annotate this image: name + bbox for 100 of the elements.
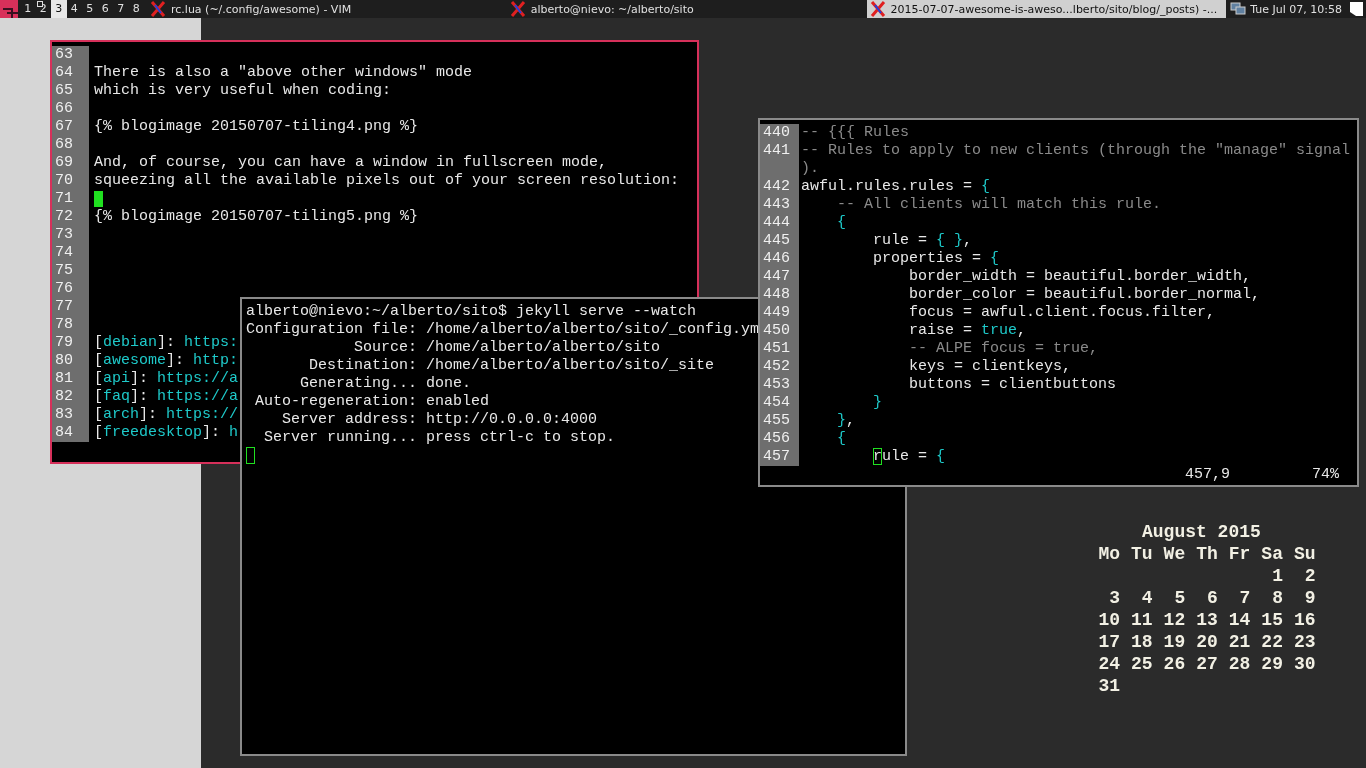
line-number: 81 — [52, 370, 89, 388]
code-line: rule = { — [872, 448, 946, 466]
line-number: 445 — [760, 232, 799, 250]
calendar-day: 28 — [1228, 653, 1251, 675]
calendar-day: 8 — [1260, 587, 1283, 609]
calendar-day: 14 — [1228, 609, 1251, 631]
line-number: 451 — [760, 340, 799, 358]
code-line: properties = { — [872, 250, 1000, 268]
code-line: [arch]: https:// — [93, 406, 239, 424]
weekday-label: We — [1163, 543, 1186, 565]
line-number: 455 — [760, 412, 799, 430]
code-line: [freedesktop]: h — [93, 424, 239, 442]
calendar-day: 16 — [1293, 609, 1316, 631]
launcher-icon[interactable] — [0, 0, 18, 18]
workspace-tag[interactable]: 7 — [113, 0, 129, 18]
line-number: 83 — [52, 406, 89, 424]
calendar-day: 3 — [1098, 587, 1120, 609]
terminal-line: Generating... done. — [299, 375, 472, 393]
terminal-line: Auto-regeneration: enabled — [254, 393, 490, 411]
taskbar-item[interactable]: rc.lua (~/.config/awesome) - VIM — [147, 0, 507, 18]
weekday-label: Tu — [1130, 543, 1153, 565]
calendar-day: 20 — [1195, 631, 1218, 653]
line-number: 78 — [52, 316, 89, 334]
line-number: 440 — [760, 124, 799, 142]
line-number: 456 — [760, 430, 799, 448]
workspace-tag[interactable]: 6 — [97, 0, 113, 18]
code-line: -- ALPE focus = true, — [908, 340, 1099, 358]
layout-icon[interactable] — [1348, 1, 1364, 17]
line-number: 447 — [760, 268, 799, 286]
code-line: awful.rules.rules = { — [800, 178, 991, 196]
weekday-label: Mo — [1098, 543, 1120, 565]
line-number: 448 — [760, 286, 799, 304]
code-line: } — [872, 394, 882, 412]
code-line: focus = awful.client.focus.filter, — [908, 304, 1216, 322]
line-number: 70 — [52, 172, 89, 190]
terminal-line: Destination: /home/alberto/alberto/sito/_site — [308, 357, 715, 375]
line-number: 453 — [760, 376, 799, 394]
calendar-day: 6 — [1195, 587, 1218, 609]
line-number: 74 — [52, 244, 89, 262]
network-icon[interactable] — [1230, 1, 1247, 17]
calendar-day: 9 — [1293, 587, 1316, 609]
code-line: { — [836, 430, 846, 448]
calendar-day: 24 — [1098, 653, 1120, 675]
code-line: { — [836, 214, 846, 232]
calendar-day: 21 — [1228, 631, 1251, 653]
calendar-day: 5 — [1163, 587, 1186, 609]
line-number: 449 — [760, 304, 799, 322]
workspace-tag[interactable]: 1 — [20, 0, 36, 18]
line-number: 64 — [52, 64, 89, 82]
calendar-day: 15 — [1260, 609, 1283, 631]
code-line: {% blogimage 20150707-tiling4.png %} — [93, 118, 419, 136]
line-number: 66 — [52, 100, 89, 118]
code-line: border_width = beautiful.border_width, — [908, 268, 1252, 286]
calendar-day: 23 — [1293, 631, 1316, 653]
line-number: 84 — [52, 424, 89, 442]
weekday-label: Su — [1293, 543, 1316, 565]
weekday-label: Sa — [1260, 543, 1283, 565]
line-number: 444 — [760, 214, 799, 232]
line-number: 79 — [52, 334, 89, 352]
calendar-day: 22 — [1260, 631, 1283, 653]
line-number: 80 — [52, 352, 89, 370]
scroll-percent: 74% — [1312, 466, 1340, 484]
line-number: 71 — [52, 190, 89, 208]
line-number: 77 — [52, 298, 89, 316]
code-line: And, of course, you can have a window in fullscreen mode, — [93, 154, 608, 172]
line-number: 67 — [52, 118, 89, 136]
code-line: which is very useful when coding: — [93, 82, 392, 100]
workspace-tag[interactable]: 5 — [82, 0, 98, 18]
workspace-tag[interactable]: 4 — [66, 0, 82, 18]
line-number: 63 — [52, 46, 89, 64]
taskbar-item[interactable]: 2015-07-07-awesome-is-aweso...lberto/sito/blog/_posts) -... — [866, 0, 1227, 18]
code-line: -- All clients will match this rule. — [836, 196, 1162, 214]
code-line: -- Rules to apply to new clients (through the "manage" signal — [800, 142, 1351, 160]
workspace-tag[interactable]: 3 — [51, 0, 67, 18]
code-line: buttons = clientbuttons — [908, 376, 1117, 394]
line-number: 72 — [52, 208, 89, 226]
line-number: 82 — [52, 388, 89, 406]
line-number: 441 — [760, 142, 799, 160]
terminal-line: Configuration file: /home/alberto/alberto/sito/_config.ym — [246, 321, 760, 339]
workspace-tag[interactable]: 8 — [128, 0, 144, 18]
taskbar-item[interactable]: alberto@nievo: ~/alberto/sito — [506, 0, 867, 18]
line-number: 452 — [760, 358, 799, 376]
x-logo-icon — [150, 1, 166, 17]
line-number: 442 — [760, 178, 799, 196]
calendar-day: 7 — [1228, 587, 1251, 609]
code-line: [awesome]: http: — [93, 352, 239, 370]
line-number: 65 — [52, 82, 89, 100]
code-line: [api]: https://a — [93, 370, 239, 388]
line-number: 457 — [760, 448, 799, 466]
calendar-day: 29 — [1260, 653, 1283, 675]
calendar-day: 12 — [1163, 609, 1186, 631]
calendar-day: 17 — [1098, 631, 1120, 653]
clock: Tue Jul 07, 10:58 — [1250, 2, 1342, 16]
code-line: -- {{{ Rules — [800, 124, 910, 142]
calendar-day: 18 — [1130, 631, 1153, 653]
code-line: {% blogimage 20150707-tiling5.png %} — [93, 208, 419, 226]
calendar-day: 1 — [1260, 565, 1283, 587]
code-line: ). — [800, 160, 819, 178]
code-line: [faq]: https://a — [93, 388, 239, 406]
calendar-day: 27 — [1195, 653, 1218, 675]
